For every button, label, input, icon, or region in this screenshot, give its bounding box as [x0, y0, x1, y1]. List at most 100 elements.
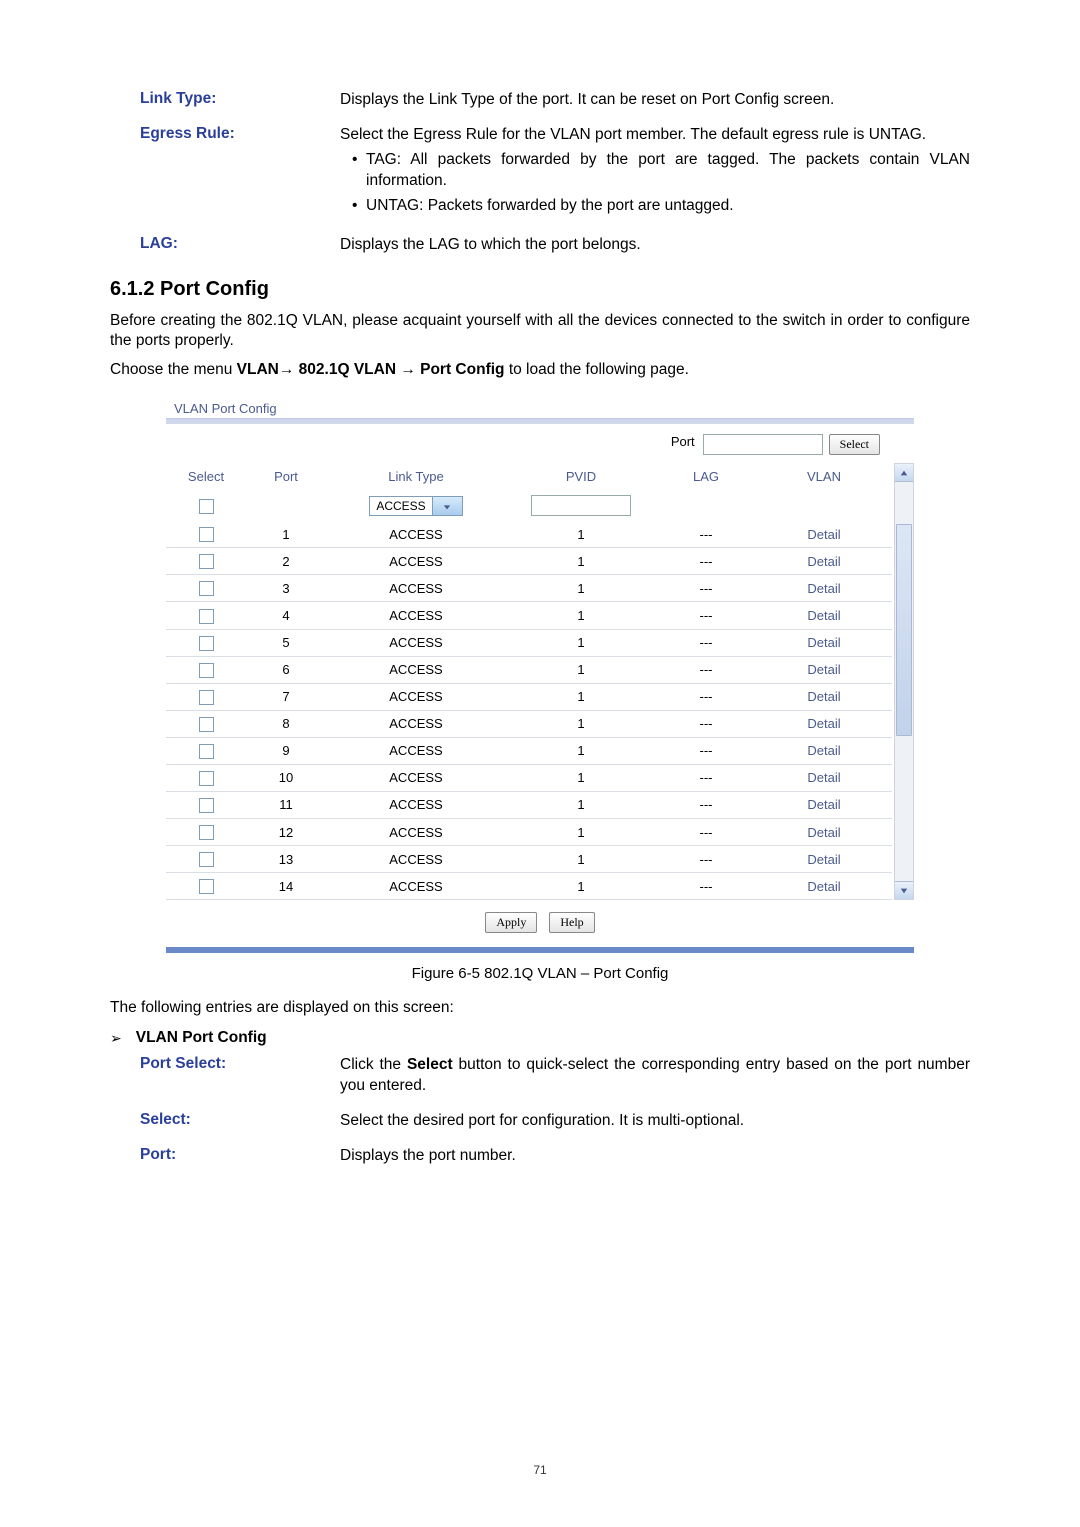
cell-pvid: 1 [506, 575, 656, 602]
cell-port: 9 [246, 737, 326, 764]
table-row: 10ACCESS1---Detail [166, 764, 892, 791]
cell-lag: --- [656, 818, 756, 845]
detail-link[interactable]: Detail [807, 852, 840, 867]
cell-port: 3 [246, 575, 326, 602]
port-table: Select Port Link Type PVID LAG VLAN ACCE… [166, 463, 892, 900]
scroll-up-icon[interactable] [895, 464, 913, 482]
row-checkbox[interactable] [199, 663, 214, 678]
scroll-down-icon[interactable] [895, 881, 913, 899]
row-checkbox[interactable] [199, 771, 214, 786]
cell-pvid: 1 [506, 629, 656, 656]
table-row: 5ACCESS1---Detail [166, 629, 892, 656]
menu-path-bold: VLAN→ 802.1Q VLAN → Port Config [237, 361, 505, 378]
help-button[interactable]: Help [549, 912, 594, 933]
detail-link[interactable]: Detail [807, 716, 840, 731]
table-row: 13ACCESS1---Detail [166, 846, 892, 873]
select-button[interactable]: Select [829, 434, 880, 455]
cell-linktype: ACCESS [326, 710, 506, 737]
cell-lag: --- [656, 521, 756, 548]
cell-pvid: 1 [506, 846, 656, 873]
cell-linktype: ACCESS [326, 521, 506, 548]
cell-pvid: 1 [506, 683, 656, 710]
cell-linktype: ACCESS [326, 575, 506, 602]
detail-link[interactable]: Detail [807, 825, 840, 840]
cell-pvid: 1 [506, 656, 656, 683]
table-row: 6ACCESS1---Detail [166, 656, 892, 683]
port-label: Port [671, 434, 695, 455]
table-row: 1ACCESS1---Detail [166, 521, 892, 548]
cell-pvid: 1 [506, 521, 656, 548]
table-scrollbar[interactable] [894, 463, 914, 900]
table-row: 2ACCESS1---Detail [166, 548, 892, 575]
table-row: 12ACCESS1---Detail [166, 818, 892, 845]
cell-lag: --- [656, 873, 756, 900]
detail-link[interactable]: Detail [807, 689, 840, 704]
apply-button[interactable]: Apply [485, 912, 537, 933]
table-row: 14ACCESS1---Detail [166, 873, 892, 900]
entries-intro: The following entries are displayed on t… [110, 998, 970, 1019]
term-select: Select: [140, 1111, 340, 1132]
detail-link[interactable]: Detail [807, 608, 840, 623]
cell-port: 5 [246, 629, 326, 656]
detail-link[interactable]: Detail [807, 879, 840, 894]
pvid-input[interactable] [531, 495, 631, 516]
panel-title: VLAN Port Config [166, 395, 914, 418]
detail-link[interactable]: Detail [807, 797, 840, 812]
row-checkbox[interactable] [199, 554, 214, 569]
desc-link-type: Displays the Link Type of the port. It c… [340, 90, 970, 111]
detail-link[interactable]: Detail [807, 743, 840, 758]
cell-linktype: ACCESS [326, 873, 506, 900]
cell-linktype: ACCESS [326, 818, 506, 845]
chevron-down-icon [432, 497, 462, 515]
figure-caption: Figure 6-5 802.1Q VLAN – Port Config [110, 965, 970, 982]
select-all-checkbox[interactable] [199, 499, 214, 514]
detail-link[interactable]: Detail [807, 581, 840, 596]
table-row: 11ACCESS1---Detail [166, 791, 892, 818]
table-row: 4ACCESS1---Detail [166, 602, 892, 629]
row-checkbox[interactable] [199, 744, 214, 759]
detail-link[interactable]: Detail [807, 770, 840, 785]
desc-port: Displays the port number. [340, 1146, 970, 1167]
desc-egress-rule-text: Select the Egress Rule for the VLAN port… [340, 126, 926, 143]
row-checkbox[interactable] [199, 798, 214, 813]
desc-port-select-pre: Click the [340, 1056, 407, 1073]
panel-bottom-bar [166, 947, 914, 953]
row-checkbox[interactable] [199, 609, 214, 624]
scroll-thumb[interactable] [896, 524, 912, 736]
page-number: 71 [0, 1463, 1080, 1477]
detail-link[interactable]: Detail [807, 527, 840, 542]
table-row: 3ACCESS1--- Detail [166, 575, 892, 602]
cell-lag: --- [656, 629, 756, 656]
row-checkbox[interactable] [199, 527, 214, 542]
desc-port-select-bold: Select [407, 1056, 453, 1073]
cell-pvid: 1 [506, 602, 656, 629]
detail-link[interactable]: Detail [807, 554, 840, 569]
row-checkbox[interactable] [199, 717, 214, 732]
row-checkbox[interactable] [199, 852, 214, 867]
th-vlan: VLAN [756, 463, 892, 490]
detail-link[interactable]: Detail [807, 662, 840, 677]
table-row: 7ACCESS1---Detail [166, 683, 892, 710]
cell-port: 10 [246, 764, 326, 791]
row-checkbox[interactable] [199, 636, 214, 651]
cell-lag: --- [656, 846, 756, 873]
linktype-select[interactable]: ACCESS [369, 496, 462, 516]
row-checkbox[interactable] [199, 581, 214, 596]
menu-path-pre: Choose the menu [110, 361, 237, 378]
row-checkbox[interactable] [199, 825, 214, 840]
detail-link[interactable]: Detail [807, 635, 840, 650]
row-checkbox[interactable] [199, 690, 214, 705]
port-input[interactable] [703, 434, 823, 455]
cell-port: 7 [246, 683, 326, 710]
cell-linktype: ACCESS [326, 737, 506, 764]
cell-pvid: 1 [506, 737, 656, 764]
row-checkbox[interactable] [199, 879, 214, 894]
cell-port: 6 [246, 656, 326, 683]
th-linktype: Link Type [326, 463, 506, 490]
cell-lag: --- [656, 656, 756, 683]
cell-port: 1 [246, 521, 326, 548]
th-select: Select [166, 463, 246, 490]
cell-lag: --- [656, 575, 756, 602]
term-lag: LAG: [140, 235, 340, 256]
term-port: Port: [140, 1146, 340, 1167]
